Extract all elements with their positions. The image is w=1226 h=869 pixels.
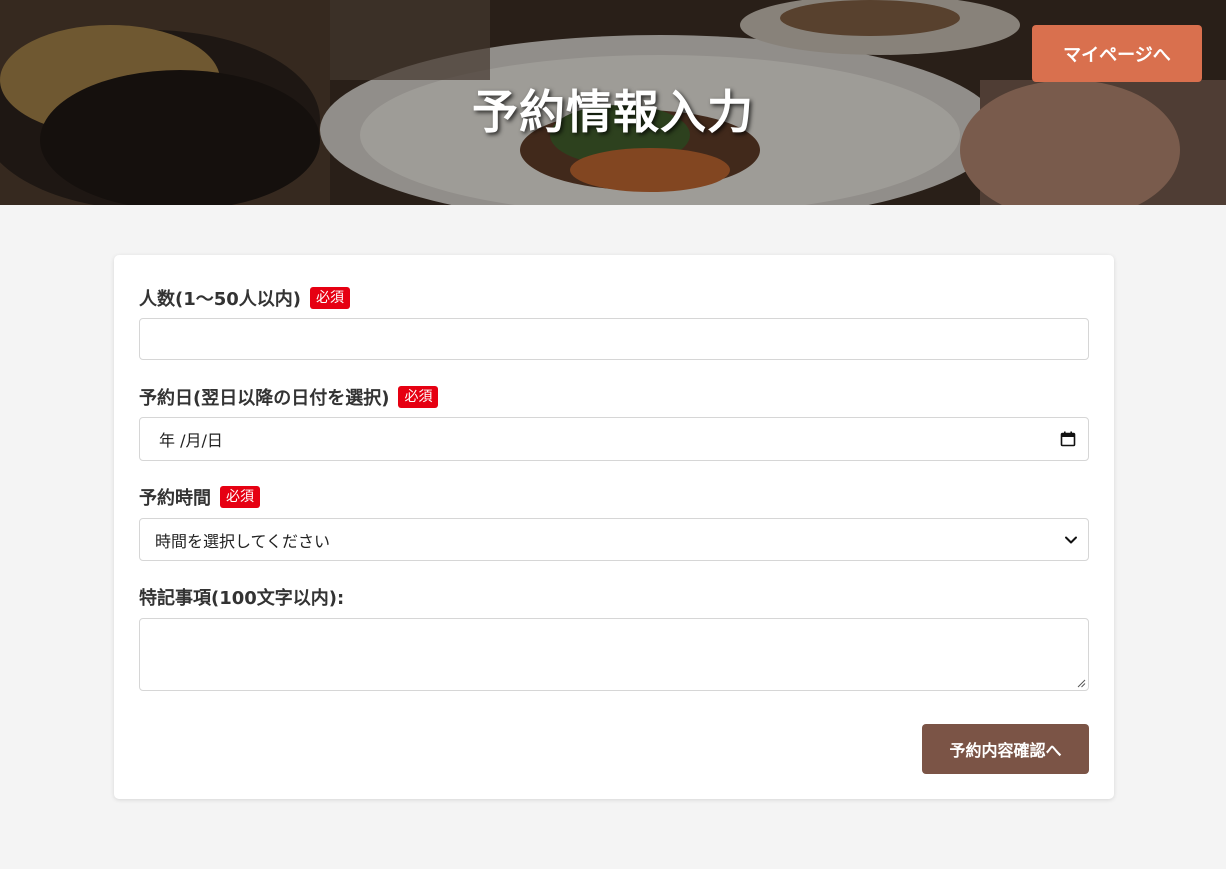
people-label-text: 人数(1〜50人以内) [139,289,302,310]
people-field-label: 人数(1〜50人以内) 必須 [139,284,351,312]
page-title: 予約情報入力 [472,85,754,139]
time-select[interactable]: 時間を選択してください [139,518,1089,561]
notes-textarea[interactable] [139,618,1089,691]
hero-banner: 予約情報入力 マイページへ [0,0,1226,205]
required-badge: 必須 [398,386,439,408]
notes-field-label: 特記事項(100文字以内): [139,583,344,611]
time-field-label: 予約時間 必須 [139,483,260,511]
date-field-label: 予約日(翌日以降の日付を選択) 必須 [139,383,439,411]
chevron-down-icon [1065,536,1077,543]
calendar-icon[interactable] [1060,431,1076,447]
required-badge: 必須 [310,287,351,309]
date-input[interactable]: 年 /月/日 [139,417,1089,461]
time-label-text: 予約時間 [139,488,211,509]
date-input-value: 年 /月/日 [159,431,223,450]
required-badge: 必須 [220,486,260,508]
notes-label-text: 特記事項(100文字以内): [139,588,345,609]
mypage-button[interactable]: マイページへ [1032,25,1202,82]
confirm-reservation-button[interactable]: 予約内容確認へ [922,724,1089,774]
resize-handle-icon[interactable] [1076,678,1086,688]
people-input[interactable] [139,318,1089,360]
reservation-form-card: 人数(1〜50人以内) 必須 予約日(翌日以降の日付を選択) 必須 年 /月/日… [114,255,1114,799]
time-select-value: 時間を選択してください [155,531,331,551]
date-label-text: 予約日(翌日以降の日付を選択) [139,388,390,409]
